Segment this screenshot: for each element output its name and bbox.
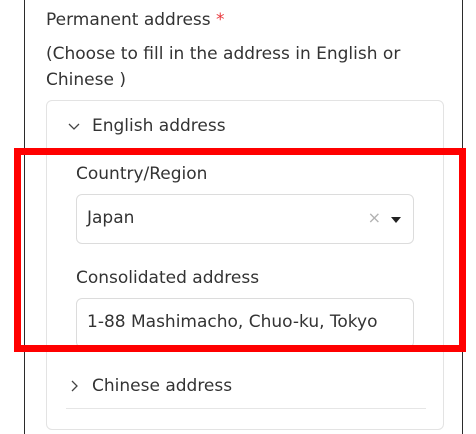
consolidated-address-input[interactable]: 1-88 Mashimacho, Chuo-ku, Tokyo	[76, 298, 414, 348]
required-marker: *	[216, 10, 225, 30]
chevron-right-icon	[71, 380, 78, 392]
panel-left-border	[24, 0, 25, 434]
chevron-down-icon	[68, 123, 80, 130]
address-hint: (Choose to fill in the address in Englis…	[46, 44, 401, 90]
section-divider	[66, 408, 426, 409]
english-address-title: English address	[92, 116, 226, 136]
country-region-label: Country/Region	[76, 164, 208, 184]
chinese-address-toggle[interactable]: Chinese address	[66, 376, 232, 396]
permanent-address-label: Permanent address *	[46, 7, 446, 33]
chinese-address-title: Chinese address	[92, 376, 233, 396]
english-address-toggle[interactable]: English address	[66, 116, 226, 136]
country-region-select[interactable]: Japan ×	[76, 194, 414, 244]
consolidated-address-value: 1-88 Mashimacho, Chuo-ku, Tokyo	[87, 312, 378, 332]
country-region-value: Japan	[87, 208, 135, 228]
panel-right-border	[462, 0, 463, 434]
caret-down-icon[interactable]	[391, 217, 401, 223]
clear-icon[interactable]: ×	[368, 208, 381, 228]
consolidated-address-label: Consolidated address	[76, 268, 260, 288]
permanent-address-title: Permanent address	[46, 10, 211, 30]
